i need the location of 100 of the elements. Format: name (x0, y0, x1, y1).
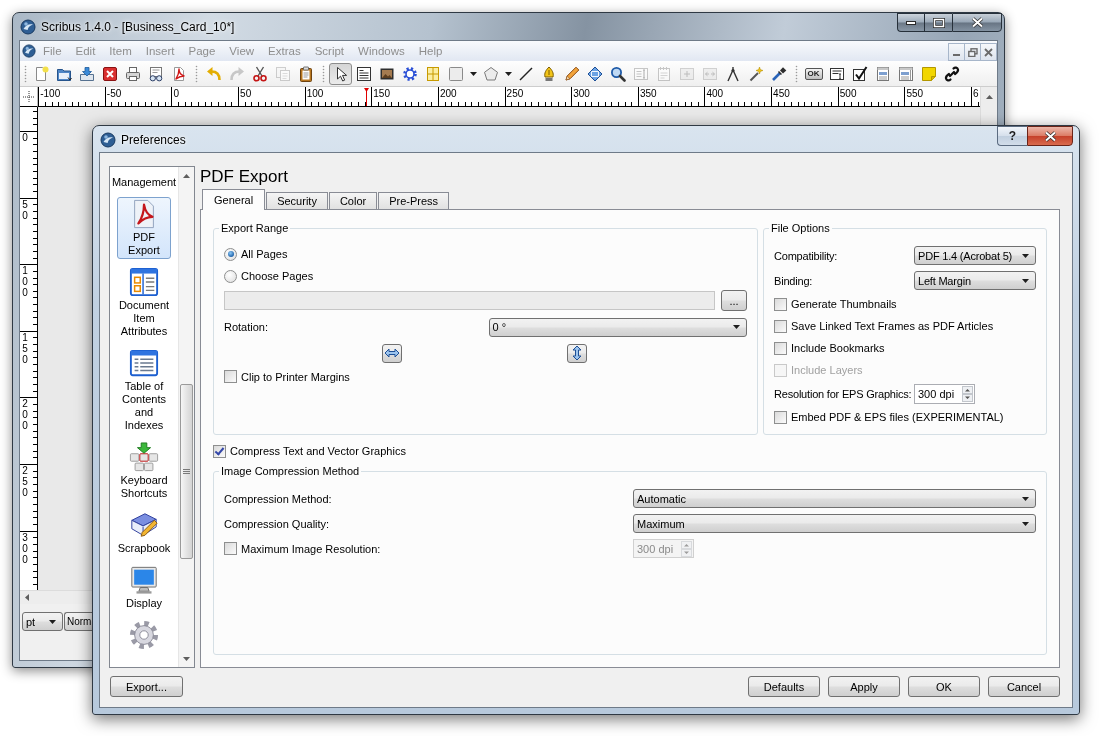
radio-label: Choose Pages (241, 270, 314, 282)
radio-button[interactable] (224, 269, 237, 283)
unlink-frames-icon (701, 65, 718, 82)
radio-button[interactable] (224, 247, 237, 261)
flip-horizontal-button[interactable] (382, 343, 402, 363)
export-button[interactable]: Export... (110, 676, 183, 697)
clipboard-icon (297, 65, 314, 82)
help-button[interactable]: ? (997, 126, 1027, 146)
toolbar-button[interactable]: OK (802, 62, 825, 85)
tab[interactable]: General (202, 189, 266, 210)
group-title: Export Range (219, 222, 291, 235)
sidebar-item[interactable]: Table of Contents and Indexes (117, 346, 171, 434)
dialog-button[interactable]: Apply (828, 676, 900, 697)
ruler-label: 300 (573, 88, 590, 99)
close-button[interactable] (1027, 126, 1073, 146)
sidebar-item[interactable]: Document Item Attributes (117, 265, 171, 340)
caret-icon (733, 325, 740, 329)
field-label: Resolution for EPS Graphics: (774, 388, 913, 400)
checkbox[interactable] (774, 341, 787, 355)
checkbox-label: Compress Text and Vector Graphics (230, 445, 406, 457)
ruler-label: 100 (306, 88, 324, 99)
group-title: File Options (769, 222, 832, 235)
ruler-label: 500 (839, 88, 857, 99)
toolbar-button[interactable] (329, 62, 352, 85)
line-icon (517, 65, 534, 82)
checkbox[interactable] (224, 542, 237, 555)
sidebar-item[interactable]: Scrapbook (116, 508, 172, 557)
eyedropper-icon (770, 65, 787, 82)
dialog-button[interactable]: Cancel (988, 676, 1060, 697)
maximize-icon (932, 17, 945, 28)
scrollbar[interactable] (178, 167, 194, 667)
tab[interactable]: Security (266, 192, 328, 209)
grip-icon (322, 64, 325, 83)
checkbox[interactable] (224, 370, 237, 383)
pencil-icon (563, 65, 580, 82)
printer-icon (124, 65, 141, 82)
checkbox-label: Embed PDF & EPS files (EXPERIMENTAL) (791, 411, 1004, 423)
table-icon (424, 65, 441, 82)
position-marker-icon (364, 88, 369, 106)
flip-vertical-button[interactable] (567, 343, 587, 363)
sidebar-item[interactable]: Display (124, 563, 164, 612)
dialog-button[interactable]: Defaults (748, 676, 820, 697)
field-label: Compression Method: (224, 492, 333, 505)
scissors-icon (251, 65, 268, 82)
rectangle-icon (447, 65, 464, 82)
maximize-button[interactable] (924, 13, 952, 32)
keyboard-icon (129, 442, 159, 472)
scrollbar-thumb[interactable] (180, 384, 193, 559)
checkbox[interactable] (213, 444, 226, 458)
dropdown[interactable]: PDF 1.4 (Acrobat 5) (914, 246, 1036, 265)
checkbox[interactable] (774, 410, 787, 424)
pentagon-icon (482, 65, 499, 82)
minimize-button[interactable] (897, 13, 924, 32)
tab[interactable]: Color (328, 192, 378, 209)
sidebar-item[interactable]: Keyboard Shortcuts (117, 440, 171, 502)
tab[interactable]: Pre-Press (378, 192, 450, 209)
ruler-label: 350 (639, 88, 657, 99)
checkbox[interactable] (774, 297, 787, 311)
sidebar-item[interactable]: Management (110, 172, 178, 191)
dropdown[interactable]: Maximum (633, 514, 1036, 533)
checkbox-label: Save Linked Text Frames as PDF Articles (791, 320, 994, 332)
sidebar-item[interactable]: PDF Export (117, 197, 171, 259)
window-title: Scribus 1.4.0 - [Business_Card_10*] (41, 20, 235, 34)
group-title: Image Compression Method (219, 465, 362, 478)
dropdown[interactable]: Left Margin (914, 271, 1036, 290)
unit-dropdown[interactable]: pt (22, 612, 63, 631)
spin-arrows-icon (962, 386, 973, 402)
caret-icon (1022, 253, 1029, 258)
close-button[interactable] (952, 13, 1002, 32)
caret-icon (49, 619, 56, 624)
grip-icon (24, 64, 27, 83)
dropdown[interactable]: Automatic (633, 489, 1036, 508)
crosshair-icon (22, 90, 35, 103)
grip-icon (183, 469, 190, 474)
ruler-label: 50 (22, 198, 28, 221)
field-label: Compatibility: (774, 249, 839, 262)
rotate-icon (586, 65, 603, 82)
chain-icon (943, 65, 960, 82)
spin-box[interactable]: 300 dpi (914, 384, 975, 404)
dialog-button[interactable]: OK (908, 676, 980, 697)
checkbox-icon (851, 65, 868, 82)
combo-box-icon (874, 65, 891, 82)
checkbox-label: Include Layers (791, 364, 863, 376)
ruler-label: 250 (22, 465, 28, 498)
redo-icon (228, 65, 245, 82)
dropdown[interactable]: 0 ° (488, 317, 747, 337)
link-frames-icon (678, 65, 695, 82)
caret-icon (504, 71, 512, 76)
close-icon (1043, 130, 1057, 142)
undo-icon (205, 65, 222, 82)
horizontal-arrows-icon (384, 347, 400, 359)
app-icon (20, 19, 36, 35)
x-square-icon (101, 65, 118, 82)
restore-icon (967, 47, 978, 57)
spin-arrows-icon (681, 540, 692, 557)
checkbox[interactable] (774, 319, 787, 333)
copy-icon (274, 65, 291, 82)
mode-dropdown[interactable]: Norm (64, 612, 92, 631)
checkbox-label: Clip to Printer Margins (241, 370, 350, 383)
more-button[interactable]: ... (721, 290, 747, 311)
